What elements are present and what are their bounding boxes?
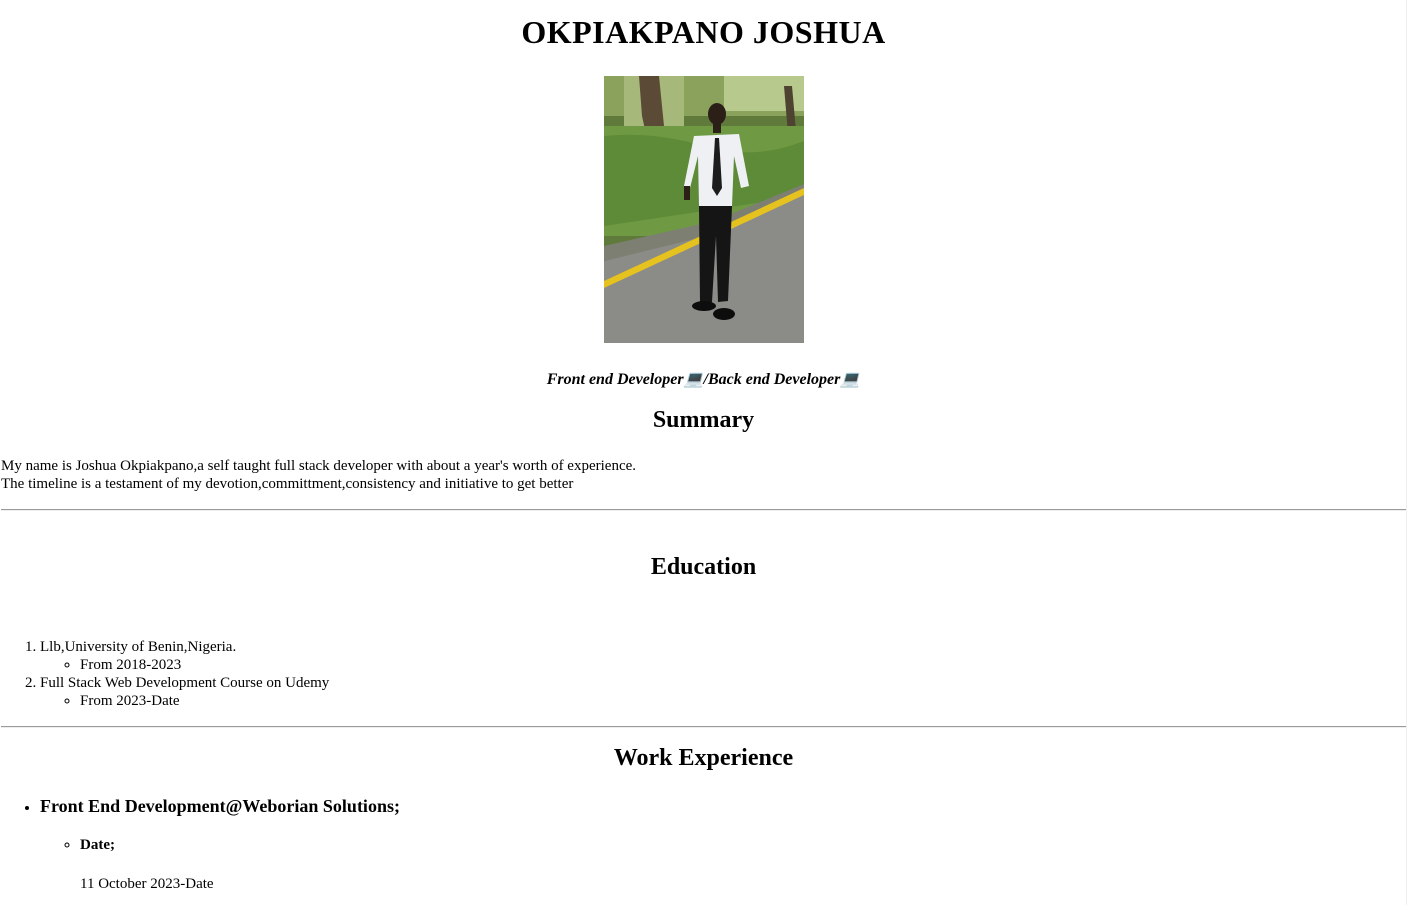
work-item-title: Front End Development@Weborian Solutions… bbox=[40, 796, 400, 816]
summary-line-1: My name is Joshua Okpiakpano,a self taug… bbox=[1, 458, 637, 474]
profile-photo bbox=[604, 76, 804, 343]
education-item-title: Full Stack Web Development Course on Ude… bbox=[40, 675, 330, 691]
summary-text: My name is Joshua Okpiakpano,a self taug… bbox=[1, 457, 636, 493]
divider bbox=[1, 509, 1406, 511]
vertical-scrollbar[interactable] bbox=[1406, 0, 1418, 905]
education-item-title: Llb,University of Benin,Nigeria. bbox=[40, 639, 237, 655]
education-heading: Education bbox=[650, 554, 757, 580]
education-item: Full Stack Web Development Course on Ude… bbox=[40, 674, 329, 710]
tagline: Front end Developer💻/Back end Developer💻 bbox=[546, 371, 861, 388]
scrollbar-thumb[interactable] bbox=[1409, 0, 1416, 905]
education-list: Llb,University of Benin,Nigeria. From 20… bbox=[0, 638, 329, 710]
summary-line-2: The timeline is a testament of my devoti… bbox=[1, 476, 574, 492]
date-value: 11 October 2023-Date bbox=[80, 876, 214, 892]
work-list: Front End Development@Weborian Solutions… bbox=[0, 795, 400, 893]
divider bbox=[1, 726, 1406, 728]
date-label: Date; bbox=[80, 837, 115, 853]
work-item-date: Date; 11 October 2023-Date bbox=[80, 836, 400, 893]
education-item: Llb,University of Benin,Nigeria. From 20… bbox=[40, 638, 329, 674]
education-item-detail: From 2023-Date bbox=[80, 692, 329, 710]
summary-heading: Summary bbox=[652, 407, 755, 433]
work-heading: Work Experience bbox=[613, 745, 794, 771]
page-title: OKPIAKPANO JOSHUA bbox=[521, 14, 886, 50]
work-item: Front End Development@Weborian Solutions… bbox=[40, 795, 400, 893]
education-item-detail: From 2018-2023 bbox=[80, 656, 329, 674]
